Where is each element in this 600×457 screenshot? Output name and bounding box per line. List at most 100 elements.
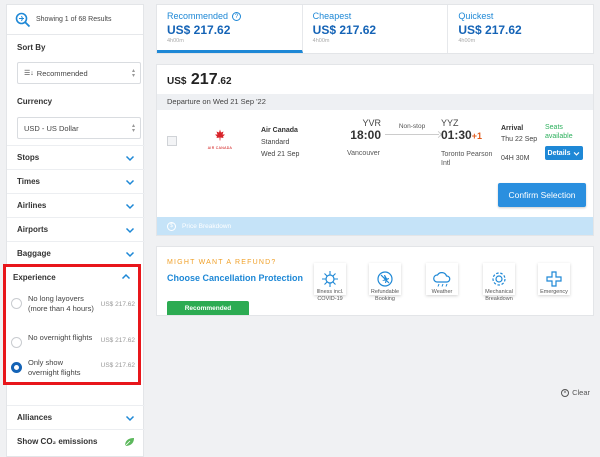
route-arrow-icon [385,134,439,135]
arrival-time: 01:30 [441,128,472,142]
price-breakdown-toggle[interactable]: $ Price Breakdown [157,217,593,235]
currency-label: Currency [17,97,53,106]
tab-quickest[interactable]: Quickest US$ 217.62 4h00m [448,5,593,53]
sort-by-select[interactable]: ☰↓ Recommended ▴ ▾ [17,62,141,84]
price-breakdown-label: Price Breakdown [182,222,232,230]
filter-label: Times [17,177,40,186]
protection-item-emergency: Emergency [535,263,573,296]
protection-label-2: COVID-19 [317,295,343,302]
protection-label: Mechanical [485,289,513,295]
experience-option-no-long-layovers[interactable]: No long layovers (more than 4 hours) US$… [11,294,135,314]
confirm-selection-button[interactable]: Confirm Selection [498,183,586,207]
filter-alliances[interactable]: Alliances [7,405,145,429]
chevron-down-icon [125,251,135,257]
next-day-badge: +1 [471,131,482,141]
protection-kicker: MIGHT WANT A REFUND? [167,259,277,266]
airline-logo-text: AIR CANADA [207,146,233,150]
arrival-info: YYZ 01:30+1 Toronto Pearson Intl [441,118,492,168]
option-label: No overnight flights [28,333,93,342]
results-count: Showing 1 of 68 Results [7,5,143,35]
filter-stops[interactable]: Stops [7,145,145,169]
recommended-badge[interactable]: Recommended [167,301,249,315]
currency-value: USD - US Dollar [24,123,79,133]
radio-button-selected[interactable] [11,362,22,373]
protection-label-2: Booking [375,295,395,302]
experience-option-no-overnight[interactable]: No overnight flights US$ 217.62 [11,333,135,348]
arrival-city: Toronto Pearson [441,151,493,158]
filter-label: Airports [17,225,49,234]
medical-cross-icon [546,271,562,287]
airline-name: Air Canada [261,127,298,134]
flight-date: Wed 21 Sep [261,151,300,158]
filter-airports[interactable]: Airports [7,217,145,241]
flight-duration: 04H 30M [501,155,530,162]
radio-button[interactable] [11,298,22,309]
radio-button[interactable] [11,337,22,348]
protection-item-illness: Illness incl. COVID-19 [311,263,349,302]
tab-duration: 4h00m [458,38,476,44]
chevron-down-icon [125,155,135,161]
leaf-icon [124,437,134,446]
tab-recommended[interactable]: Recommended? US$ 217.62 4h00m [157,5,303,53]
tab-price: US$ 217.62 [312,23,377,37]
fare-class: Standard [261,139,290,146]
experience-header[interactable]: Experience [6,267,138,287]
filter-label: Alliances [17,413,53,422]
departure-date-bar: Departure on Wed 21 Sep '22 [157,94,593,110]
chevron-down-icon [125,203,135,209]
tab-duration: 4h00m [312,38,330,44]
chevron-down-icon [125,179,135,185]
tab-label: Recommended [167,11,229,21]
clear-label: Clear [572,388,590,397]
protection-item-refundable: Refundable Booking [366,263,404,302]
no-plane-icon [377,271,393,287]
price-currency: US$ [167,76,187,87]
departure-code: YVR [362,118,381,128]
filters-sidebar: Showing 1 of 68 Results Sort By ☰↓ Recom… [6,4,145,457]
filter-label: Baggage [17,249,51,258]
arrival-date: Thu 22 Sep [501,136,538,143]
filter-airlines[interactable]: Airlines [7,193,145,217]
result-price: US$ 217.62 [167,71,232,89]
option-price: US$ 217.62 [100,301,135,308]
protection-label: Emergency [540,289,568,295]
co2-label: Show CO₂ emissions [17,437,98,446]
details-label: Details [547,149,571,157]
sort-icon: ☰↓ [24,70,34,77]
protection-label: Illness incl. [316,289,344,295]
tab-cheapest[interactable]: Cheapest US$ 217.62 4h00m [303,5,449,53]
option-label: No long layovers (more than 4 hours) [28,294,94,313]
select-flight-checkbox[interactable] [167,136,177,146]
co2-toggle[interactable]: Show CO₂ emissions [7,429,145,453]
help-icon[interactable]: ? [232,11,242,21]
clear-filter-button[interactable]: × Clear [561,388,590,397]
cloud-icon [433,272,451,287]
arrival-summary: Arrival Thu 22 Sep 04H 30M [501,123,537,164]
arrival-city-suffix: Intl [441,160,451,167]
select-arrows-icon: ▴ ▾ [131,123,135,134]
stops-label: Non-stop [398,123,426,130]
protection-item-weather: Weather [423,263,461,296]
departure-city: Vancouver [347,150,380,157]
chevron-down-icon [125,415,135,421]
details-button[interactable]: Details [545,146,583,160]
option-label: Only show overnight flights [28,358,81,377]
seats-status: Seats available [545,123,573,141]
airline-logo: AIR CANADA [205,128,235,150]
currency-select[interactable]: USD - US Dollar ▴ ▾ [17,117,141,139]
experience-option-only-overnight[interactable]: Only show overnight flights US$ 217.62 [11,358,135,378]
sort-tabs: Recommended? US$ 217.62 4h00m Cheapest U… [156,4,594,54]
arrival-label: Arrival [501,125,524,132]
info-icon: $ [167,221,176,231]
price-integer: 217 [190,71,218,88]
chevron-down-icon [125,227,135,233]
filter-times[interactable]: Times [7,169,145,193]
filter-baggage[interactable]: Baggage [7,241,145,265]
tab-price: US$ 217.62 [167,23,231,37]
chevron-up-icon [121,273,131,280]
protection-title: Choose Cancellation Protection [167,273,304,283]
tab-price: US$ 217.62 [458,23,522,37]
experience-label: Experience [13,272,56,282]
sort-by-value: Recommended [36,68,88,78]
close-circle-icon: × [561,388,570,397]
